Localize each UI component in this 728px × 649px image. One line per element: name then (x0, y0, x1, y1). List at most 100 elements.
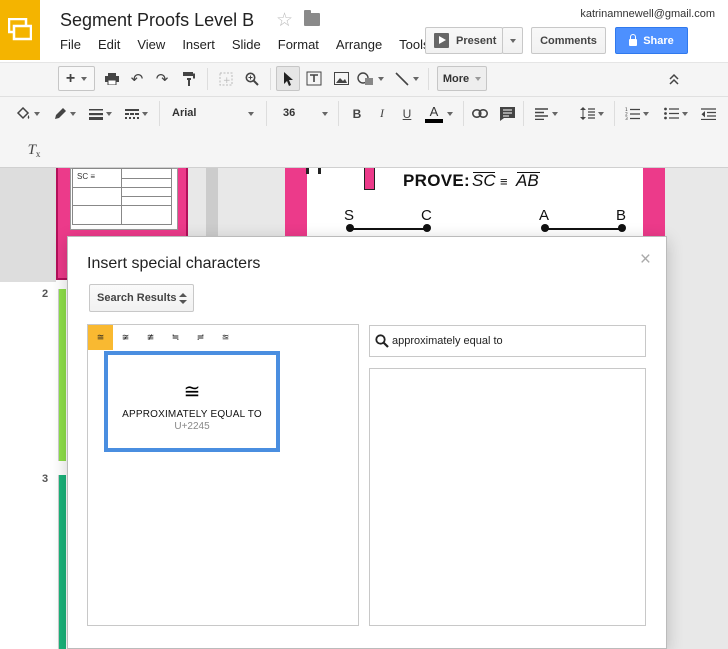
present-button[interactable]: Present (425, 27, 503, 54)
format-toolbar-row-2 (0, 132, 728, 168)
special-characters-dialog: Insert special characters × Search Resul… (67, 236, 667, 649)
svg-text:+: + (223, 76, 231, 86)
char-result[interactable]: ≓ (188, 325, 213, 350)
menu-insert[interactable]: Insert (178, 37, 219, 52)
shape-icon[interactable] (355, 66, 385, 91)
star-icon[interactable]: ☆ (276, 9, 293, 32)
font-family-caret-icon[interactable] (245, 101, 257, 126)
search-icon (375, 334, 389, 348)
slides-logo-icon[interactable] (0, 0, 40, 60)
menu-arrange[interactable]: Arrange (332, 37, 386, 52)
border-color-icon[interactable] (48, 101, 80, 126)
caret-down-icon (141, 111, 148, 116)
text-box-icon[interactable] (304, 66, 324, 91)
undo-icon[interactable]: ↶ (128, 66, 146, 91)
char-result[interactable]: ≅ (88, 325, 113, 350)
preview-char-code: U+2245 (174, 421, 210, 432)
comments-button[interactable]: Comments (531, 27, 606, 54)
handwriting-draw-panel[interactable] (369, 368, 646, 626)
search-input[interactable] (392, 327, 642, 355)
slide-thumbnail-2[interactable] (58, 289, 66, 461)
slide-decoration (318, 168, 321, 174)
menu-edit[interactable]: Edit (94, 37, 124, 52)
caret-down-icon (105, 111, 112, 116)
text-color-icon[interactable]: A (422, 101, 456, 126)
user-email[interactable]: katrinamnewell@gmail.com (580, 8, 715, 20)
share-label: Share (643, 34, 674, 47)
char-result[interactable]: ≇ (138, 325, 163, 350)
clear-formatting-icon[interactable]: Tx (24, 139, 44, 161)
menu-format[interactable]: Format (274, 37, 323, 52)
search-box[interactable] (369, 325, 646, 357)
thumbnail-table: SC ≡ (72, 168, 172, 225)
more-label: More (442, 72, 470, 85)
canvas-gutter (206, 168, 218, 238)
char-result[interactable]: ≆ (113, 325, 138, 350)
present-dropdown-button[interactable] (502, 27, 523, 54)
bulleted-list-icon[interactable] (659, 101, 693, 126)
font-size-caret-icon[interactable] (319, 101, 331, 126)
share-button[interactable]: Share (615, 27, 688, 54)
slide-pink-mark (364, 168, 375, 190)
fill-color-icon[interactable] (12, 101, 44, 126)
select-cursor-icon[interactable] (276, 66, 300, 91)
point-dot-b (618, 224, 626, 232)
char-result[interactable]: ≊ (213, 325, 238, 350)
decrease-indent-icon[interactable] (698, 101, 718, 126)
new-slide-button[interactable]: + (58, 66, 95, 91)
segment-sc: SC (472, 171, 496, 190)
align-icon[interactable] (530, 101, 562, 126)
zoom-icon[interactable] (243, 66, 261, 91)
menu-file[interactable]: File (56, 37, 85, 52)
segment-ab-overline (517, 172, 540, 173)
line-spacing-icon[interactable] (575, 101, 609, 126)
preview-glyph: ≅ (183, 381, 201, 403)
caret-down-icon (34, 111, 40, 116)
svg-text:3: 3 (625, 116, 628, 120)
slides-logo-glyph-icon (8, 18, 32, 41)
slide-decoration (306, 168, 309, 174)
comment-icon[interactable] (497, 101, 517, 126)
border-dash-icon[interactable] (120, 101, 152, 126)
close-icon[interactable]: × (640, 249, 651, 271)
category-select[interactable]: Search Results (89, 284, 194, 312)
link-icon[interactable] (470, 101, 490, 126)
bold-icon[interactable]: B (348, 101, 366, 126)
document-title[interactable]: Segment Proofs Level B (60, 10, 254, 31)
thumbnail-label: SC ≡ (77, 172, 96, 181)
slide-thumbnail-3[interactable] (58, 475, 66, 649)
menu-view[interactable]: View (133, 37, 169, 52)
font-size-select[interactable]: 36 (283, 107, 295, 119)
caret-down-icon (551, 111, 558, 116)
plus-icon: + (65, 69, 76, 87)
point-label-a: A (539, 207, 550, 224)
print-icon[interactable] (103, 66, 121, 91)
char-preview-card[interactable]: ≅ APPROXIMATELY EQUAL TO U+2245 (104, 351, 280, 452)
line-icon[interactable] (392, 66, 422, 91)
redo-icon[interactable]: ↷ (153, 66, 171, 91)
char-result[interactable]: ≒ (163, 325, 188, 350)
underline-icon[interactable]: U (398, 101, 416, 126)
paint-format-icon[interactable] (180, 66, 198, 91)
lock-icon (629, 34, 638, 46)
prove-label: PROVE: (403, 171, 470, 190)
menu-slide[interactable]: Slide (228, 37, 265, 52)
select-area-icon[interactable]: + (217, 66, 235, 91)
slide-number-3: 3 (42, 473, 49, 485)
congruent-symbol: ≡ (500, 174, 508, 189)
border-weight-icon[interactable] (84, 101, 116, 126)
caret-down-icon (377, 76, 384, 81)
folder-icon[interactable] (304, 10, 320, 26)
point-dot-s (346, 224, 354, 232)
numbered-list-icon[interactable]: 123 (620, 101, 654, 126)
italic-icon[interactable]: I (373, 101, 391, 126)
app-header: Segment Proofs Level B ☆ katrinamnewell@… (0, 0, 728, 62)
image-icon[interactable] (331, 66, 351, 91)
point-label-b: B (616, 207, 627, 224)
present-label: Present (456, 34, 497, 47)
segment-sc-overline (473, 172, 495, 173)
collapse-toolbar-icon[interactable] (665, 66, 683, 91)
font-family-select[interactable]: Arial (172, 107, 196, 119)
more-button[interactable]: More (437, 66, 487, 91)
segment-line-sc (350, 228, 427, 230)
